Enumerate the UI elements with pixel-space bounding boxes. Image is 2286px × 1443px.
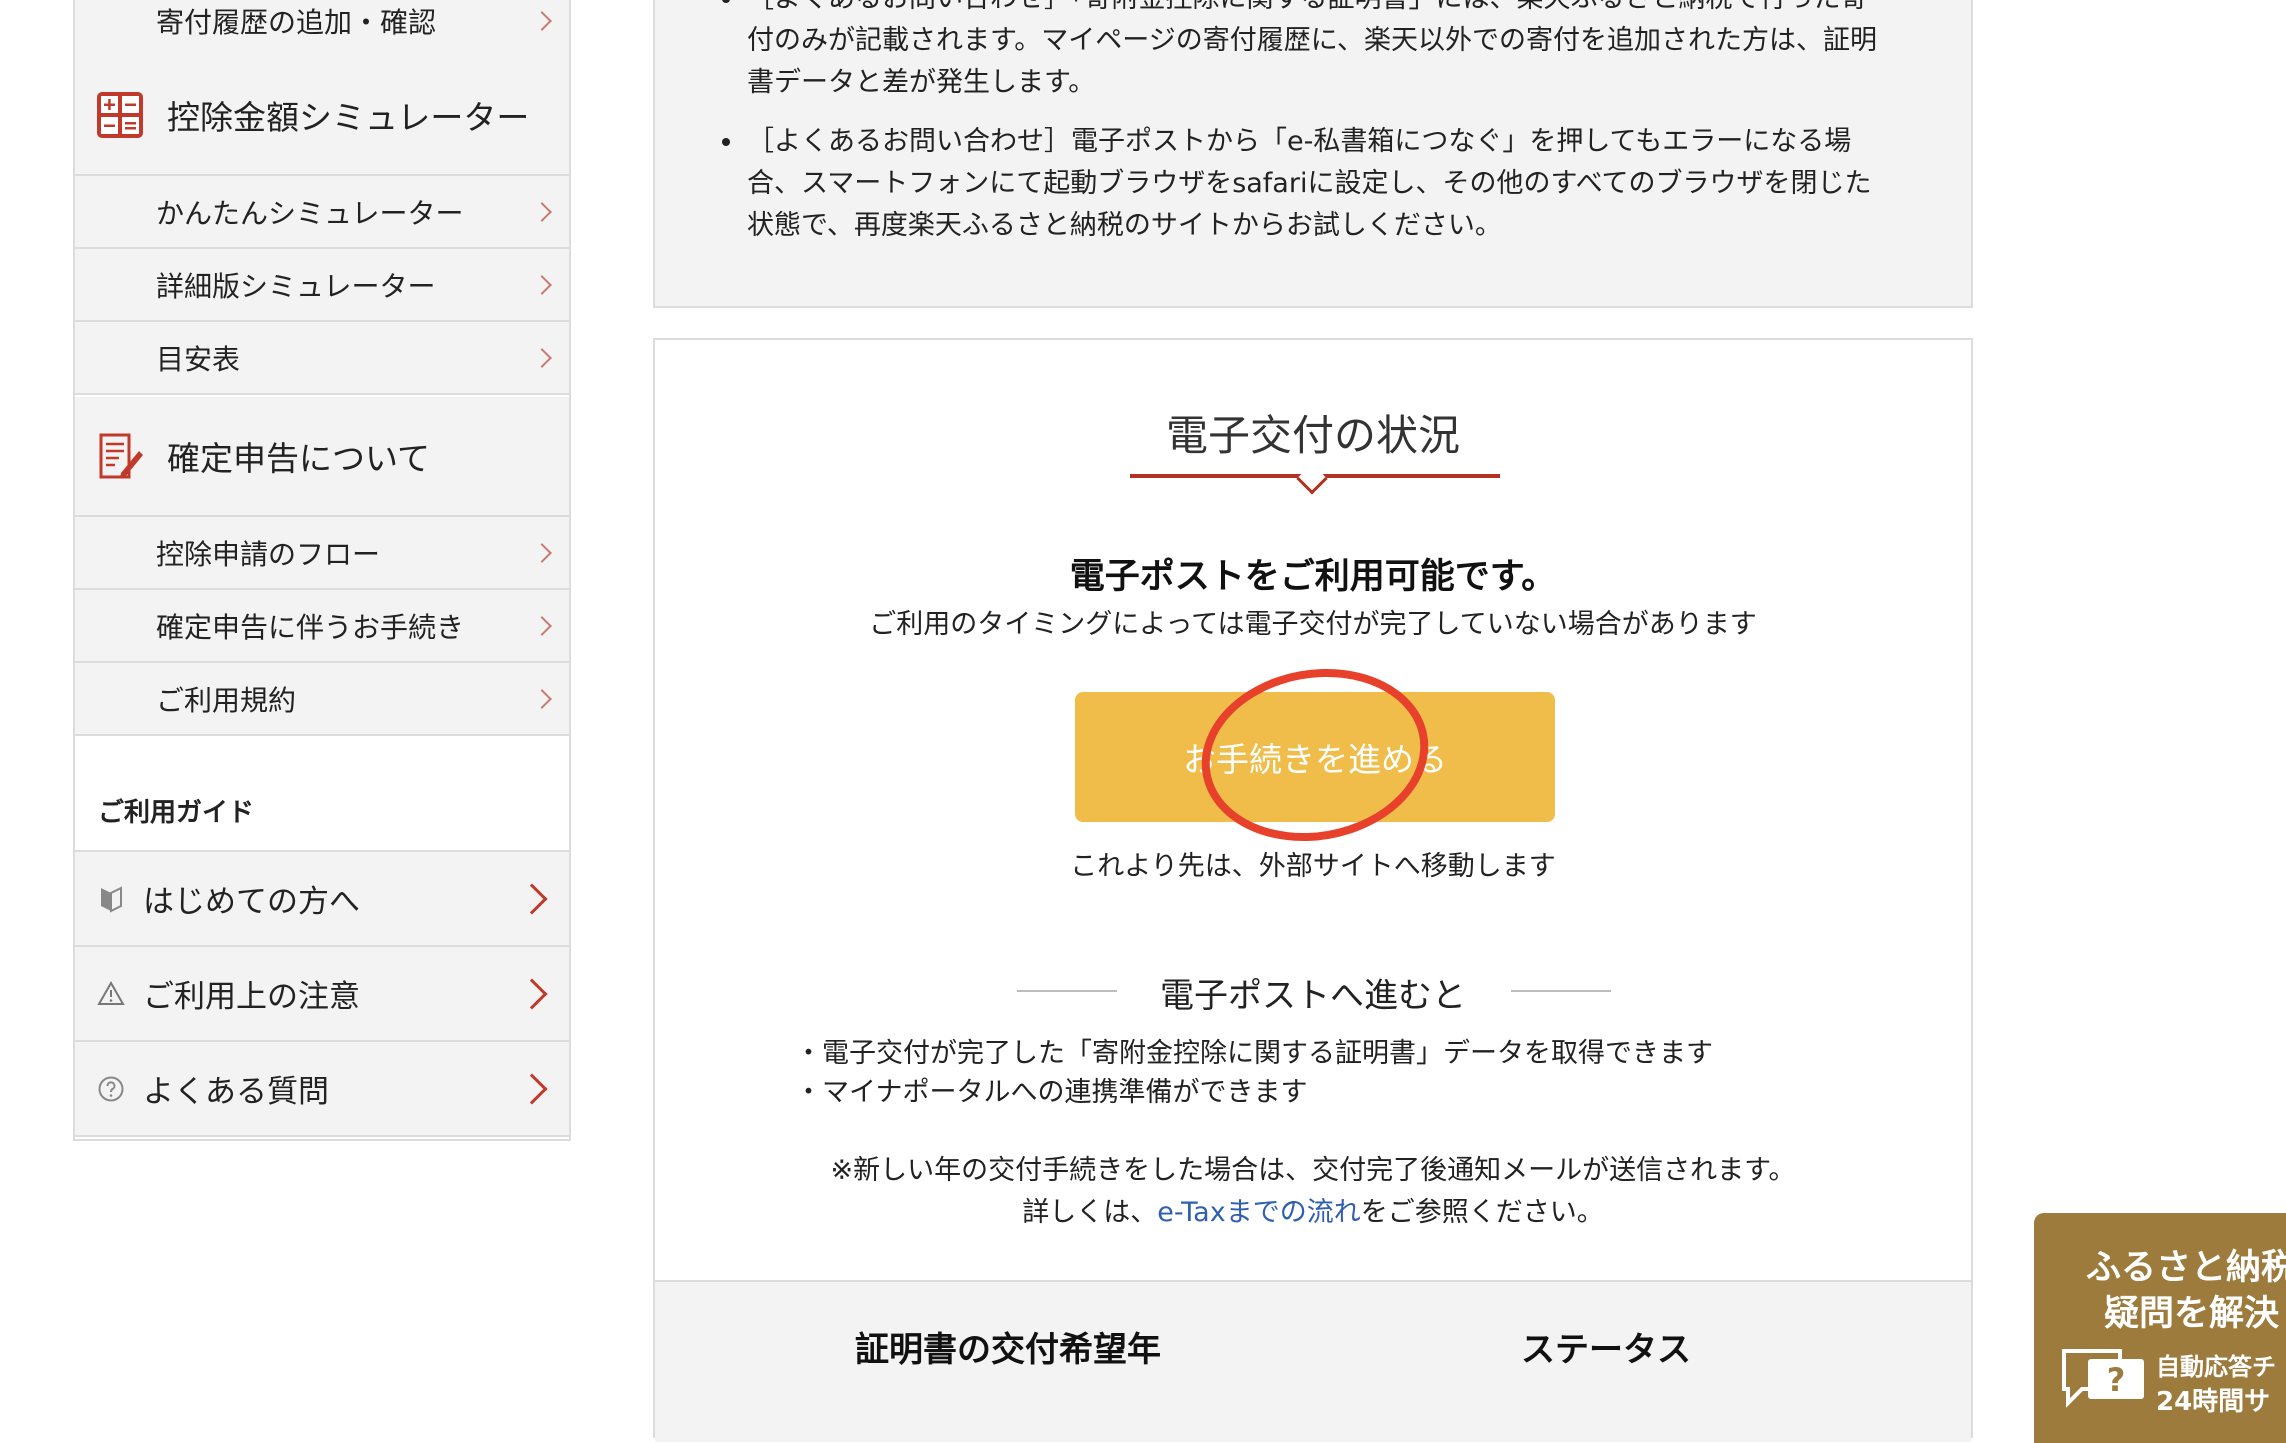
sidebar-item-label: 詳細版シミュレーター [156, 269, 436, 303]
chevron-right-icon [532, 615, 552, 636]
chat-widget-line: 24時間サ [2156, 1387, 2271, 1417]
notice-text: 付のみが記載されます。マイページの寄付履歴に、楽天以外での寄付を追加された方は、… [747, 25, 1877, 56]
notice-text: ［よくあるお問い合わせ］「寄附金控除に関する証明書」には、楽天ふるさと納税で行っ… [747, 0, 1868, 14]
warning-icon [97, 980, 125, 1005]
sidebar-item-deduction-flow[interactable]: 控除申請のフロー [75, 517, 569, 590]
sidebar-item-label: 寄付履歴の追加・確認 [156, 5, 437, 39]
page-title: 電子交付の状況 [1165, 411, 1460, 460]
question-circle-icon [98, 1076, 124, 1101]
sidebar-item-tax-procedures[interactable]: 確定申告に伴うお手続き [75, 590, 569, 663]
chat-question-icon: ? [2062, 1349, 2144, 1408]
guide-item-cautions[interactable]: ご利用上の注意 [75, 947, 569, 1042]
notice-text: 状態で、再度楽天ふるさと納税のサイトからお試しください。 [747, 210, 1502, 241]
notice-text: 合、スマートフォンにて起動ブラウザをsafariに設定し、その他のすべてのブラウ… [747, 168, 1872, 199]
chevron-right-icon [532, 10, 552, 31]
sidebar-section-label: 確定申告について [167, 439, 431, 478]
status-subline: ご利用のタイミングによっては電子交付が完了していない場合があります [869, 609, 1757, 640]
sidebar-item-terms[interactable]: ご利用規約 [75, 663, 569, 736]
chevron-right-icon [532, 201, 552, 222]
chevron-right-icon [532, 347, 552, 368]
sidebar-item-donation-history[interactable]: 寄付履歴の追加・確認 [75, 0, 569, 58]
chevron-right-icon [516, 1072, 548, 1105]
guide-item-first-time[interactable]: はじめての方へ [75, 852, 569, 947]
chat-support-widget[interactable]: ふるさと納税 疑問を解決 ? 自動応答チ 24時間サ [2034, 1213, 2286, 1443]
reference-prefix: 詳しくは、 [1022, 1197, 1158, 1228]
column-header-year: 証明書の交付希望年 [855, 1330, 1161, 1370]
table-header: 証明書の交付希望年 ステータス [655, 1280, 1971, 1442]
sidebar-item-label: かんたんシミュレーター [156, 196, 464, 230]
status-headline: 電子ポストをご利用可能です。 [1069, 557, 1557, 597]
chevron-right-icon [516, 882, 548, 915]
svg-text:?: ? [2107, 1361, 2126, 1399]
title-underline-notch [1296, 463, 1328, 495]
reference-note: 詳しくは、e-Taxまでの流れをご参照ください。 [655, 1190, 1971, 1229]
chat-widget-line: 疑問を解決 [2104, 1294, 2280, 1334]
guide-item-faq[interactable]: よくある質問 [75, 1042, 569, 1137]
sidebar-section-simulator[interactable]: 控除金額シミュレーター [75, 56, 569, 176]
etax-flow-link[interactable]: e-Taxまでの流れ [1157, 1197, 1360, 1228]
guide-section-title: ご利用ガイド [75, 740, 569, 852]
notice-item: ［よくあるお問い合わせ］「寄附金控除に関する証明書」には、楽天ふるさと納税で行っ… [722, 0, 1927, 104]
e-delivery-status-card: 電子交付の状況 電子ポストをご利用可能です。 ご利用のタイミングによっては電子交… [653, 338, 1973, 1442]
notice-box: ［よくあるお問い合わせ］「寄附金控除に関する証明書」には、楽天ふるさと納税で行っ… [653, 0, 1973, 308]
notice-text: 書データと差が発生します。 [747, 67, 1096, 98]
notice-item: ［よくあるお問い合わせ］電子ポストから「e-私書箱につなぐ」を押してもエラーにな… [722, 121, 1927, 247]
external-site-note: これより先は、外部サイトへ移動します [1070, 851, 1556, 882]
column-header-status: ステータス [1521, 1330, 1691, 1370]
sidebar-section-tax-return[interactable]: 確定申告について [75, 397, 569, 517]
sidebar-item-label: 控除申請のフロー [156, 537, 381, 571]
chevron-right-icon [532, 542, 552, 563]
guide-item-label: はじめての方へ [143, 884, 360, 920]
chat-widget-line: ふるさと納税 [2086, 1248, 2286, 1288]
guide-item-label: よくある質問 [143, 1074, 329, 1110]
sidebar-section-label: 控除金額シミュレーター [167, 98, 530, 137]
guide-item-label: ご利用上の注意 [143, 979, 360, 1015]
document-edit-icon [99, 433, 143, 479]
sidebar-item-label: ご利用規約 [156, 683, 297, 717]
chevron-right-icon [532, 688, 552, 709]
notice-text: ［よくあるお問い合わせ］電子ポストから「e-私書箱につなぐ」を押してもエラーにな… [747, 126, 1852, 157]
chevron-right-icon [532, 274, 552, 295]
chevron-right-icon [516, 977, 548, 1010]
proceed-button[interactable]: お手続きを進める [1075, 692, 1555, 822]
chat-widget-line: 自動応答チ [2156, 1353, 2276, 1381]
benefit-item: ・マイナポータルへの連携準備ができます [795, 1077, 1308, 1108]
section-title: 電子ポストへ進むと [1160, 976, 1466, 1016]
sidebar-item-label: 確定申告に伴うお手続き [156, 610, 465, 644]
sidebar: 寄付履歴の追加・確認 控除金額シミュレーター かんたんシミュレーター 詳細版シミ… [73, 0, 571, 1141]
sidebar-item-simple-simulator[interactable]: かんたんシミュレーター [75, 176, 569, 249]
sidebar-item-label: 目安表 [156, 342, 241, 376]
sidebar-item-guide-table[interactable]: 目安表 [75, 322, 569, 395]
beginner-mark-icon [101, 885, 122, 913]
sidebar-item-detailed-simulator[interactable]: 詳細版シミュレーター [75, 249, 569, 322]
divider-right [1511, 990, 1611, 992]
benefit-item: ・電子交付が完了した「寄附金控除に関する証明書」データを取得できます [795, 1038, 1713, 1069]
notification-note: ※新しい年の交付手続きをした場合は、交付完了後通知メールが送信されます。 [830, 1155, 1796, 1186]
calculator-icon [97, 92, 143, 138]
reference-suffix: をご参照ください。 [1360, 1197, 1604, 1228]
